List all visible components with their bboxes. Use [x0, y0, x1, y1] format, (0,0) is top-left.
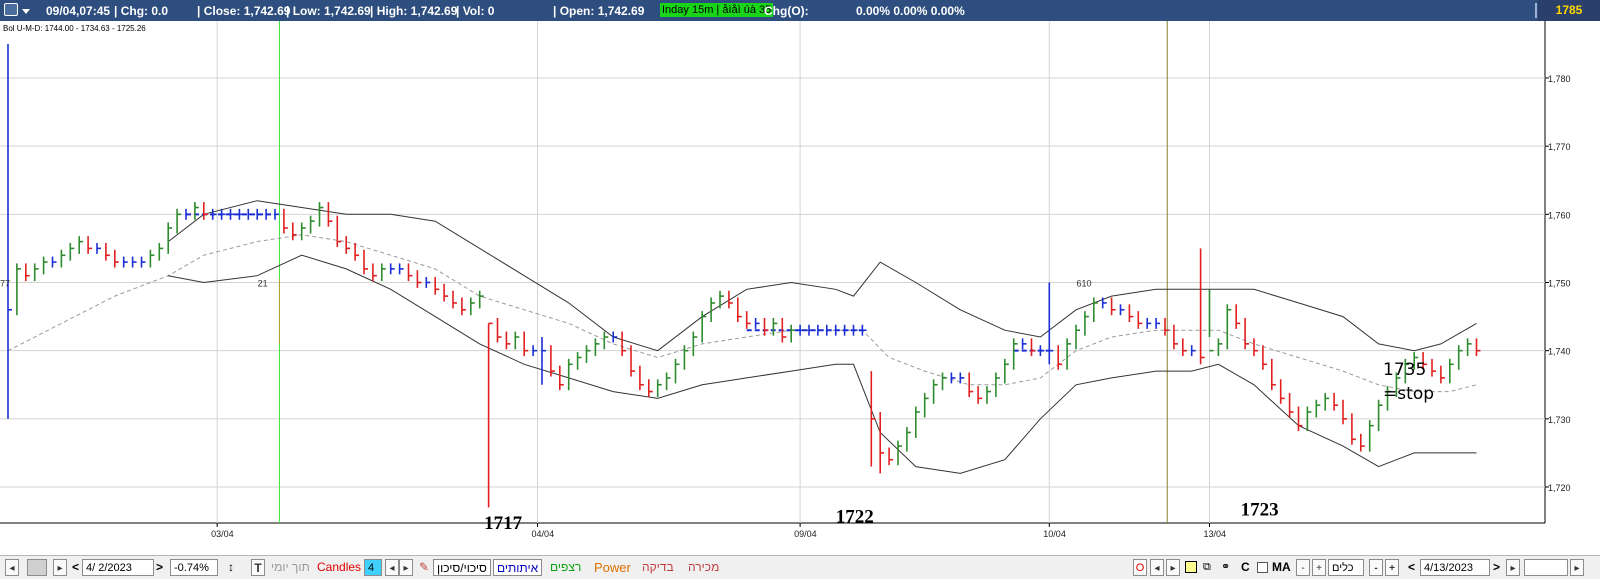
c-label[interactable]: C [1241, 559, 1250, 576]
zoom-out-button[interactable]: - [1369, 559, 1383, 576]
candles-down-icon[interactable]: ◂ [385, 559, 399, 576]
resize-vertical-icon[interactable]: ↕ [228, 559, 234, 576]
x-tick-label: 09/04 [794, 529, 817, 539]
ma-plus-button[interactable]: + [1312, 559, 1326, 576]
quote-low: | Low: 1,742.69 [286, 4, 371, 18]
scroll-left-end-icon[interactable]: ◂ [5, 559, 19, 576]
zoom-in-button[interactable]: + [1385, 559, 1399, 576]
y-tick-label: 1,720 [1548, 483, 1571, 493]
copy-icon[interactable]: ⧉ [1203, 559, 1211, 576]
ma-checkbox[interactable] [1257, 562, 1268, 573]
marker-label: 77 [0, 279, 10, 289]
price-annotation: 1735 [1383, 360, 1426, 380]
prev-end-date-icon[interactable]: < [1408, 559, 1415, 576]
intraday-label[interactable]: תוך יומי [271, 559, 310, 576]
dropdown-arrow-icon[interactable] [22, 9, 30, 14]
y-tick-label: 1,730 [1548, 415, 1571, 425]
quote-change: | Chg: 0.0 [114, 4, 169, 18]
chart-toolbar: ◂ ▸ < 4/ 2/2023 > -0.74% ↕ T תוך יומי Ca… [0, 555, 1600, 579]
sell-button[interactable]: מכירה [686, 559, 721, 576]
risk-reward-button[interactable]: סיכוי/סיכון [433, 559, 491, 576]
eraser-icon[interactable]: ✎ [419, 559, 429, 576]
x-tick-label: 13/04 [1204, 529, 1227, 539]
sequences-button[interactable]: רצפים [548, 559, 583, 576]
text-tool-button[interactable]: T [251, 559, 265, 576]
price-annotation: 1723 [1241, 499, 1279, 520]
last-price-badge: 1785 [1538, 0, 1600, 21]
y-tick-label: 1,750 [1548, 279, 1571, 289]
quote-open: | Open: 1,742.69 [553, 4, 645, 18]
quote-close: | Close: 1,742.69 [197, 4, 291, 18]
indicator-legend: Bol U-M-D: 1744.00 - 1734.63 - 1725.26 [3, 24, 146, 33]
price-chart[interactable]: 1,720 1,730 1,740 1,750 1,760 1,770 1,780 03/04… [0, 21, 1600, 555]
y-tick-label: 1,770 [1548, 142, 1571, 152]
y-tick-label: 1,760 [1548, 210, 1571, 220]
price-annotation: 1717 [484, 513, 523, 534]
marker-label: 610 [1076, 279, 1091, 289]
x-tick-label: 10/04 [1043, 529, 1066, 539]
header-separator [1535, 3, 1537, 18]
price-annotation: =stop [1383, 384, 1434, 404]
percent-change-field[interactable]: -0.74% [170, 559, 218, 576]
prev-date-icon[interactable]: < [72, 559, 79, 576]
price-annotation: 1722 [836, 506, 874, 527]
chg-o-values: 0.00% 0.00% 0.00% [856, 4, 965, 18]
quote-datetime: 09/04,07:45 [46, 4, 111, 18]
x-tick-label: 04/04 [532, 529, 555, 539]
x-tick-label: 03/04 [211, 529, 234, 539]
scroll-right-end-icon[interactable]: ▸ [1506, 559, 1520, 576]
y-tick-label: 1,780 [1548, 74, 1571, 84]
signals-button[interactable]: איתותים [493, 559, 543, 576]
chg-o-label: Chg(O): [764, 4, 809, 18]
y-tick-label: 1,740 [1548, 347, 1571, 357]
o-scroll-left-icon[interactable]: ◂ [1150, 559, 1164, 576]
quote-header-bar: 09/04,07:45 | Chg: 0.0 | Close: 1,742.69… [0, 0, 1600, 21]
horizontal-scrollbar[interactable] [1524, 559, 1568, 576]
next-date-icon[interactable]: > [156, 559, 163, 576]
ma-minus-button[interactable]: - [1296, 559, 1310, 576]
marker-label: 21 [258, 279, 268, 289]
quote-high: | High: 1,742.69 [370, 4, 458, 18]
candles-up-icon[interactable]: ▸ [399, 559, 413, 576]
next-end-date-icon[interactable]: > [1493, 559, 1500, 576]
start-date-field[interactable]: 4/ 2/2023 [82, 559, 154, 576]
ma-label[interactable]: MA [1272, 559, 1291, 576]
color-square-icon[interactable] [1185, 561, 1197, 573]
o-toggle[interactable]: O [1133, 559, 1147, 576]
end-date-field[interactable]: 4/13/2023 [1420, 559, 1490, 576]
interval-badge[interactable]: Inday 15m | åìåì úà 35 [660, 3, 774, 17]
pattern-swatch[interactable] [27, 559, 47, 576]
power-button[interactable]: Power [592, 559, 633, 576]
o-scroll-right-icon[interactable]: ▸ [1166, 559, 1180, 576]
check-button[interactable]: בדיקה [640, 559, 676, 576]
candles-label[interactable]: Candles [317, 559, 361, 576]
tools-select[interactable]: כלים [1328, 559, 1364, 576]
binoculars-icon[interactable]: ⚭ [1221, 559, 1230, 576]
quote-volume: | Vol: 0 [456, 4, 495, 18]
scroll-right-icon[interactable]: ▸ [53, 559, 67, 576]
window-menu-icon[interactable] [4, 3, 18, 16]
candles-count-field[interactable]: 4 [364, 559, 382, 576]
scrollbar-right-icon[interactable]: ▸ [1570, 559, 1584, 576]
